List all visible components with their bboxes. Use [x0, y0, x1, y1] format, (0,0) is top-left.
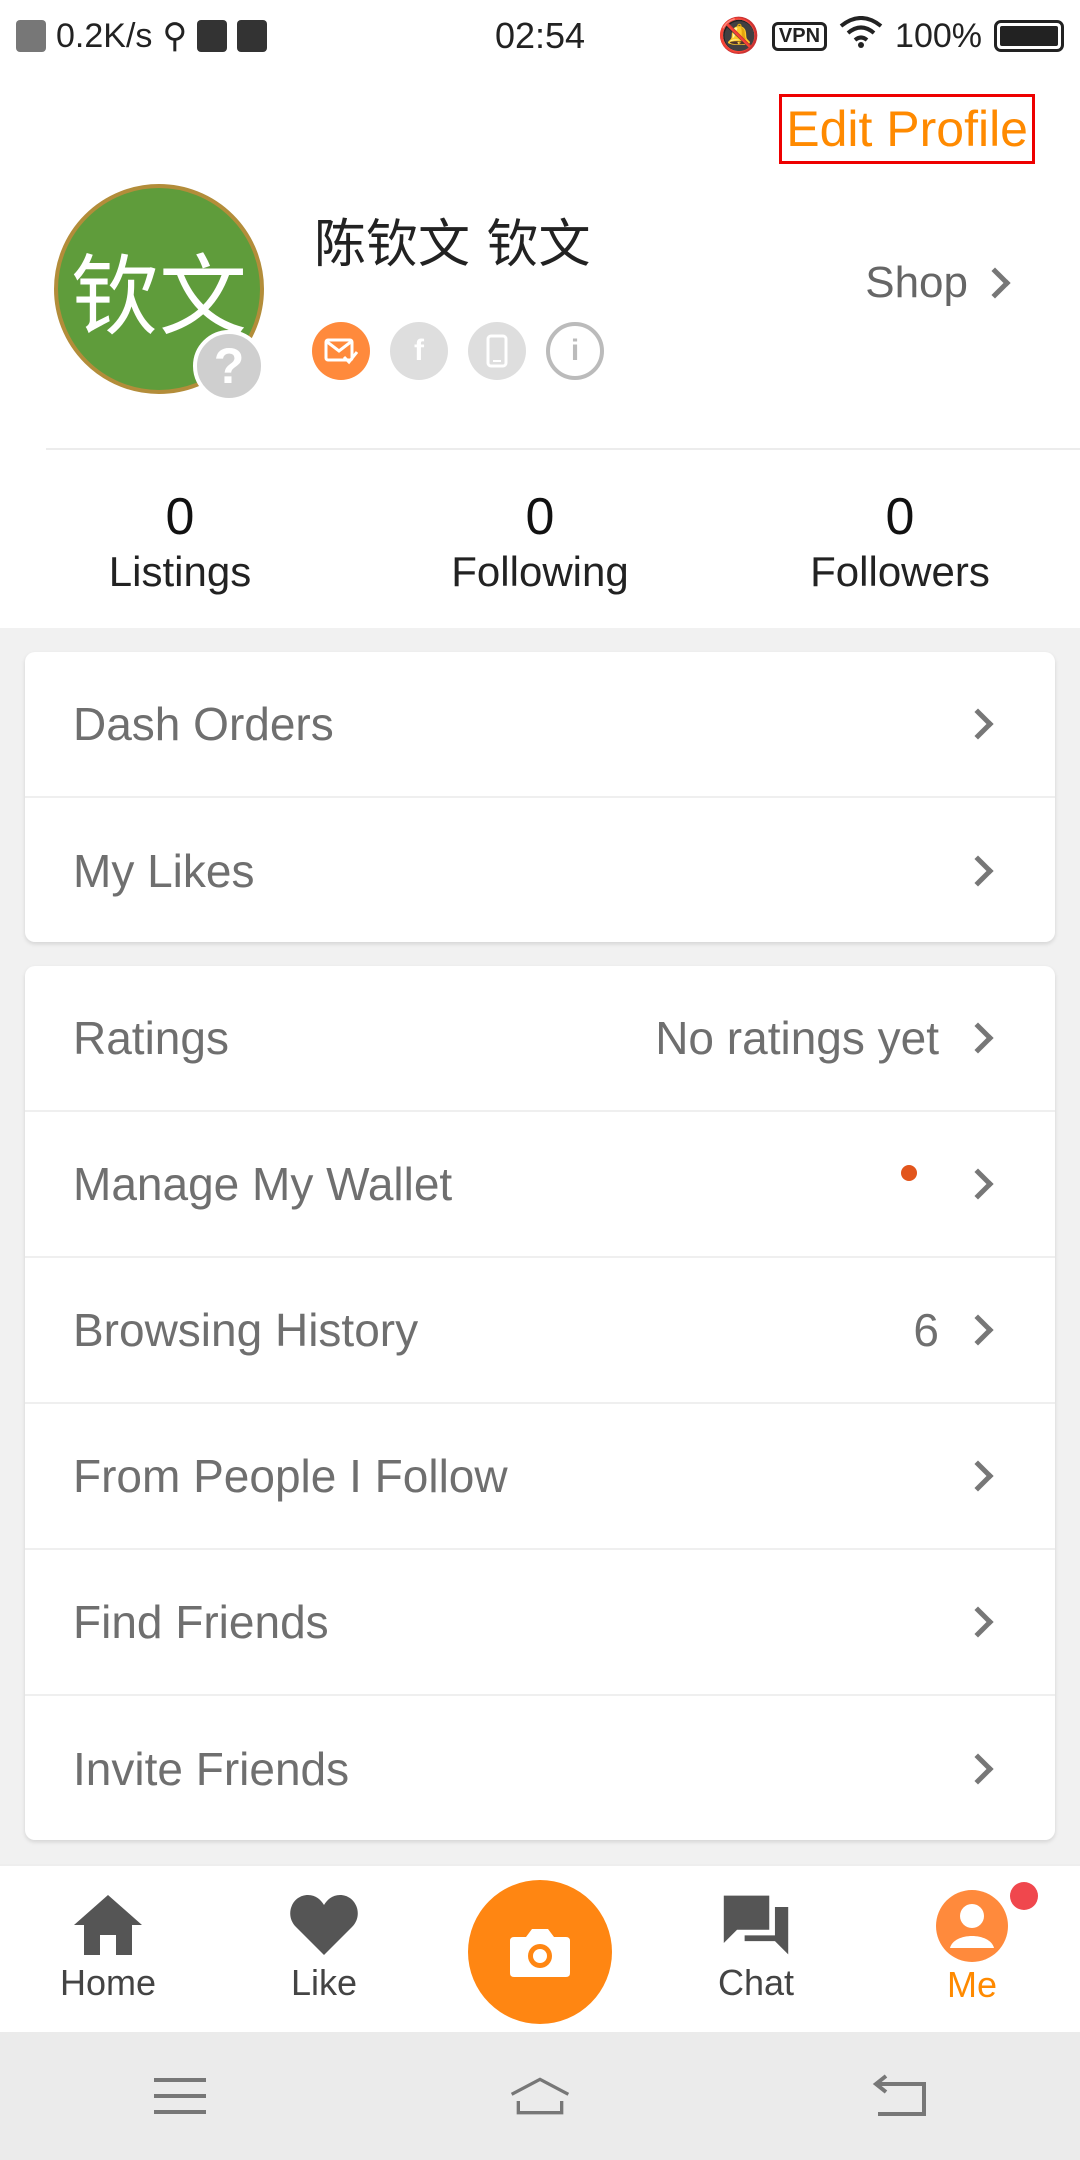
notification-close-icon [16, 20, 46, 52]
stats-row: 0 Listings 0 Following 0 Followers [0, 488, 1080, 598]
stat-label: Listings [108, 548, 252, 595]
nav-label: Me [946, 1964, 997, 2005]
menu-item-value: No ratings yet [655, 1012, 939, 1064]
nav-like[interactable]: Like [216, 1866, 432, 2032]
menu-card-account: Ratings No ratings yet Manage My Wallet … [25, 966, 1055, 1840]
profile-icon [936, 1890, 1008, 1962]
avatar-help-icon[interactable]: ? [193, 330, 265, 402]
menu-card-orders: Dash Orders My Likes [25, 652, 1055, 942]
verification-icons: f i [312, 322, 604, 380]
chevron-right-icon [962, 1314, 994, 1346]
menu-item-label: Dash Orders [73, 698, 334, 750]
notification-dot [901, 1165, 917, 1181]
menu-item-find-friends[interactable]: Find Friends [25, 1550, 1055, 1696]
network-speed: 0.2K/s [56, 16, 153, 55]
system-navigation-bar [0, 2032, 1080, 2160]
menu-item-label: Manage My Wallet [73, 1158, 453, 1210]
mute-icon: 🔕 [717, 17, 760, 55]
chevron-right-icon [979, 267, 1011, 299]
menu-item-label: Find Friends [73, 1596, 329, 1648]
menu-item-label: From People I Follow [73, 1450, 508, 1502]
nav-me[interactable]: Me [864, 1866, 1080, 2032]
usb-debug-icon [197, 20, 228, 52]
shop-label: Shop [865, 258, 968, 307]
chevron-right-icon [962, 855, 994, 887]
username: 陈钦文 钦文 [314, 215, 591, 275]
vpn-icon: VPN [771, 21, 828, 51]
nav-home[interactable]: Home [0, 1866, 216, 2032]
sell-camera-button[interactable] [468, 1880, 612, 2024]
facebook-icon[interactable]: f [390, 322, 448, 380]
clipboard-icon [237, 20, 268, 52]
heart-icon [288, 1890, 360, 1960]
menu-item-from-people-i-follow[interactable]: From People I Follow [25, 1404, 1055, 1550]
stat-listings[interactable]: 0 Listings [0, 488, 360, 598]
stat-value: 0 [885, 488, 915, 546]
menu-item-ratings[interactable]: Ratings No ratings yet [25, 966, 1055, 1112]
battery-icon [994, 20, 1064, 52]
bottom-navigation: Home Like Chat Me [0, 1864, 1080, 2032]
stat-label: Followers [810, 548, 990, 595]
stat-value: 0 [165, 488, 195, 546]
menu-item-label: Browsing History [73, 1304, 419, 1356]
divider [46, 448, 1080, 450]
nav-label: Home [59, 1962, 157, 2003]
menu-icon[interactable] [150, 2072, 210, 2120]
nav-chat[interactable]: Chat [648, 1866, 864, 2032]
menu-item-browsing-history[interactable]: Browsing History 6 [25, 1258, 1055, 1404]
home-icon [72, 1890, 144, 1960]
menu-item-label: Ratings [73, 1012, 229, 1064]
back-icon[interactable] [870, 2072, 930, 2120]
chevron-right-icon [962, 1460, 994, 1492]
notification-badge [1010, 1882, 1038, 1910]
chevron-right-icon [962, 708, 994, 740]
profile-header: Edit Profile 钦文 ? 陈钦文 钦文 f i Shop 0 List… [0, 72, 1080, 628]
nav-label: Like [290, 1962, 358, 2003]
menu-item-label: Invite Friends [73, 1743, 350, 1795]
chevron-right-icon [962, 1168, 994, 1200]
nav-label: Chat [717, 1962, 795, 2003]
menu-item-label: My Likes [73, 845, 255, 897]
menu-item-value: 6 [913, 1304, 939, 1356]
menu-item-dash-orders[interactable]: Dash Orders [25, 652, 1055, 798]
email-verified-icon[interactable] [312, 322, 370, 380]
stat-followers[interactable]: 0 Followers [720, 488, 1080, 598]
home-button-icon[interactable] [510, 2072, 570, 2120]
edit-profile-button[interactable]: Edit Profile [779, 94, 1035, 164]
chevron-right-icon [962, 1753, 994, 1785]
stat-following[interactable]: 0 Following [360, 488, 720, 598]
battery-percent: 100% [895, 16, 982, 55]
chevron-right-icon [962, 1606, 994, 1638]
phone-icon[interactable] [468, 322, 526, 380]
menu-item-my-likes[interactable]: My Likes [25, 798, 1055, 944]
camera-icon [510, 1929, 570, 1977]
stat-value: 0 [525, 488, 555, 546]
wifi-icon [839, 15, 883, 57]
status-bar: 0.2K/s ⚲ 02:54 🔕 VPN 100% [0, 0, 1080, 72]
menu-item-wallet[interactable]: Manage My Wallet [25, 1112, 1055, 1258]
usb-icon: ⚲ [162, 17, 188, 55]
chevron-right-icon [962, 1022, 994, 1054]
chat-icon [720, 1890, 792, 1960]
shop-link[interactable]: Shop [865, 258, 1011, 308]
stat-label: Following [451, 548, 629, 595]
menu-item-invite-friends[interactable]: Invite Friends [25, 1696, 1055, 1842]
info-icon[interactable]: i [546, 322, 604, 380]
clock: 02:54 [494, 15, 586, 56]
